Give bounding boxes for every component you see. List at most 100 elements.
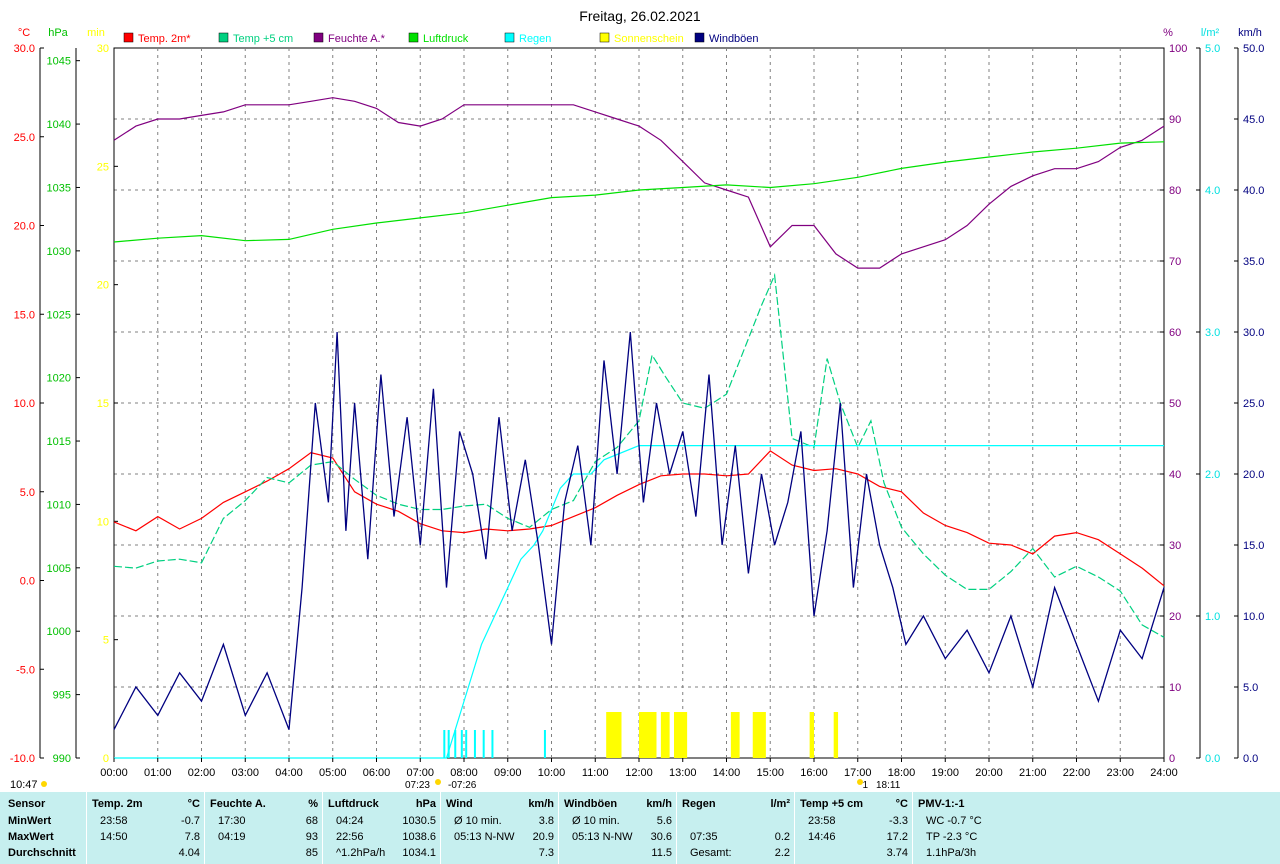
stats-time: 14:46 <box>808 831 836 843</box>
rain-bar <box>473 730 476 758</box>
stats-unit: % <box>308 798 318 810</box>
axis-tick-label-sunshine: 30 <box>97 43 109 55</box>
stats-unit: km/h <box>528 798 554 810</box>
stats-time: TP -2.3 °C <box>926 831 978 843</box>
stats-column-separator <box>440 792 441 864</box>
axis-tick-label-wind: 45.0 <box>1243 114 1264 126</box>
axis-unit-rain: l/m² <box>1201 27 1220 39</box>
stats-time: 04:19 <box>218 831 246 843</box>
stats-row-label: Durchschnitt <box>8 847 76 859</box>
stats-value: 11.5 <box>651 847 672 859</box>
axis-tick-label-pressure: 1005 <box>47 563 71 575</box>
sunrise-label-2: -07:26 <box>448 780 477 791</box>
legend-label: Feuchte A.* <box>328 33 386 45</box>
axis-tick-label-rain: 5.0 <box>1205 43 1220 55</box>
stats-time: 23:58 <box>808 815 836 827</box>
stats-unit: hPa <box>415 798 436 810</box>
axis-unit-pressure: hPa <box>48 27 68 39</box>
axis-tick-label-humidity: 90 <box>1169 114 1181 126</box>
axis-tick-label-pressure: 1010 <box>47 499 71 511</box>
axis-tick-label-humidity: 30 <box>1169 540 1181 552</box>
axis-tick-label-humidity: 10 <box>1169 682 1181 694</box>
stats-column-separator <box>558 792 559 864</box>
stats-unit: l/m² <box>770 798 790 810</box>
x-tick-label: 18:00 <box>888 767 916 779</box>
stats-row-label: MaxWert <box>8 831 54 843</box>
stats-time: 07:35 <box>690 831 718 843</box>
sunset-icon <box>857 779 863 785</box>
stats-column-separator <box>676 792 677 864</box>
axis-tick-label-temp: 30.0 <box>14 43 35 55</box>
stats-column-separator <box>794 792 795 864</box>
stats-value: 5.6 <box>656 815 672 827</box>
stats-value: 85 <box>305 847 318 859</box>
time-sun-icon <box>41 781 47 787</box>
axis-tick-label-pressure: 1015 <box>47 436 71 448</box>
axis-tick-label-pressure: 1035 <box>47 182 71 194</box>
stats-value: 1038.6 <box>402 831 436 843</box>
axis-tick-label-humidity: 80 <box>1169 185 1181 197</box>
axis-tick-label-pressure: 1020 <box>47 373 71 385</box>
stats-value: 0.2 <box>774 831 790 843</box>
axis-unit-temp: °C <box>18 27 30 39</box>
axis-tick-label-temp: 20.0 <box>14 221 35 233</box>
x-tick-label: 06:00 <box>363 767 391 779</box>
sunrise-icon <box>435 779 441 785</box>
axis-tick-label-sunshine: 5 <box>103 635 109 647</box>
stats-row-label: MinWert <box>8 815 52 827</box>
axis-tick-label-temp: -5.0 <box>16 664 35 676</box>
axis-tick-label-humidity: 40 <box>1169 469 1181 481</box>
axis-tick-label-sunshine: 20 <box>97 280 109 292</box>
axis-tick-label-temp: 5.0 <box>20 487 35 499</box>
stats-value: 2.2 <box>774 847 790 859</box>
sunshine-bar <box>660 712 670 758</box>
legend-label: Regen <box>519 33 551 45</box>
stats-time: WC -0.7 °C <box>926 815 982 827</box>
stats-value: 93 <box>305 831 318 843</box>
legend-label: Sonnenschein <box>614 33 684 45</box>
x-tick-label: 11:00 <box>582 767 609 779</box>
axis-tick-label-sunshine: 25 <box>97 161 109 173</box>
axis-tick-label-temp: 10.0 <box>14 398 35 410</box>
axis-tick-label-wind: 15.0 <box>1243 540 1264 552</box>
axis-tick-label-humidity: 50 <box>1169 398 1181 410</box>
x-tick-label: 20:00 <box>975 767 1003 779</box>
stats-value: 4.04 <box>178 847 200 859</box>
axis-tick-label-wind: 30.0 <box>1243 327 1264 339</box>
axis-tick-label-pressure: 995 <box>53 690 71 702</box>
stats-column-separator <box>322 792 323 864</box>
rain-bar <box>482 730 485 758</box>
legend-swatch <box>504 32 515 43</box>
rain-bar <box>491 730 494 758</box>
legend-swatch <box>408 32 419 43</box>
axis-tick-label-pressure: 1030 <box>47 246 71 258</box>
stats-header: Sensor <box>8 798 46 810</box>
sunshine-bar <box>639 712 657 758</box>
x-tick-label: 02:00 <box>188 767 216 779</box>
axis-tick-label-wind: 40.0 <box>1243 185 1264 197</box>
x-tick-label: 10:00 <box>538 767 566 779</box>
axis-tick-label-temp: 0.0 <box>20 576 35 588</box>
x-tick-label: 12:00 <box>625 767 653 779</box>
x-tick-label: 01:00 <box>144 767 172 779</box>
axis-tick-label-pressure: 1040 <box>47 119 71 131</box>
stats-time: 22:56 <box>336 831 364 843</box>
axis-tick-label-rain: 3.0 <box>1205 327 1220 339</box>
x-tick-label: 05:00 <box>319 767 347 779</box>
axis-tick-label-sunshine: 15 <box>97 398 109 410</box>
stats-value: 17.2 <box>886 831 908 843</box>
x-tick-label: 22:00 <box>1063 767 1091 779</box>
sunset-label-a: 1 <box>862 780 868 791</box>
axis-tick-label-wind: 10.0 <box>1243 611 1264 623</box>
axis-tick-label-rain: 1.0 <box>1205 611 1220 623</box>
sunshine-bar <box>809 712 814 758</box>
axis-tick-label-humidity: 100 <box>1169 43 1187 55</box>
rain-bar <box>543 730 546 758</box>
stats-value: 20.9 <box>532 831 554 843</box>
x-tick-label: 14:00 <box>713 767 741 779</box>
x-tick-label: 17:00 <box>844 767 872 779</box>
x-tick-label: 19:00 <box>931 767 959 779</box>
x-tick-label: 09:00 <box>494 767 522 779</box>
axis-tick-label-sunshine: 10 <box>97 516 109 528</box>
x-tick-label: 15:00 <box>756 767 784 779</box>
